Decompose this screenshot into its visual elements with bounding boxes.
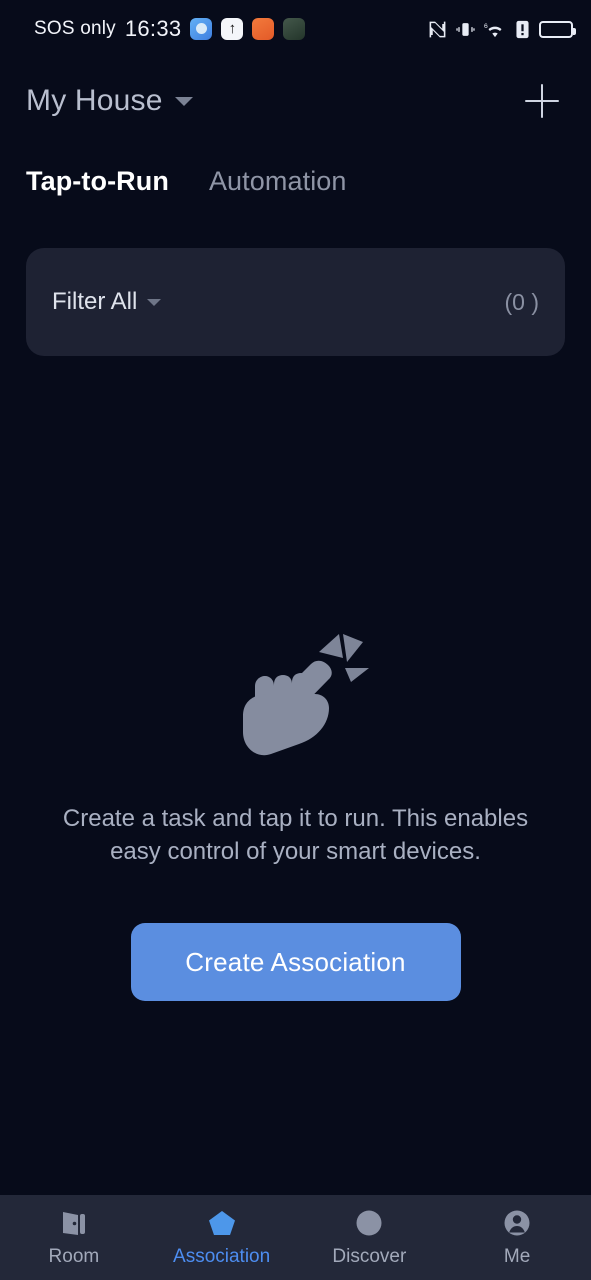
chevron-down-icon: [147, 298, 162, 306]
orange-app-icon: [252, 18, 275, 40]
nav-label-discover: Discover: [332, 1246, 407, 1267]
add-button[interactable]: [519, 78, 565, 124]
bottom-navigation: Room Association Discover Me: [0, 1195, 591, 1280]
green-app-icon: [283, 18, 306, 40]
home-selector[interactable]: My House: [26, 84, 193, 118]
status-bar: SOS only 16:33 6: [0, 0, 591, 58]
tab-bar: Tap-to-Run Automation: [26, 166, 347, 197]
upload-app-icon: [221, 18, 244, 40]
nav-label-room: Room: [48, 1246, 100, 1267]
status-bar-right: 6: [428, 20, 576, 39]
empty-state: Create a task and tap it to run. This en…: [0, 620, 591, 1002]
app-header: My House: [0, 70, 591, 132]
create-association-button[interactable]: Create Association: [130, 923, 461, 1002]
weather-app-icon: [190, 18, 213, 40]
nav-item-discover[interactable]: Discover: [296, 1207, 444, 1268]
nfc-icon: [429, 21, 446, 37]
tab-automation[interactable]: Automation: [209, 166, 347, 197]
svg-text:6: 6: [484, 22, 488, 29]
filter-label: Filter All: [52, 288, 138, 315]
chevron-down-icon: [174, 96, 193, 106]
person-icon: [502, 1207, 532, 1239]
sim-alert-icon: [516, 20, 529, 38]
tab-tap-to-run[interactable]: Tap-to-Run: [26, 166, 169, 197]
wifi-6-icon: 6: [484, 22, 502, 37]
compass-icon: [354, 1207, 384, 1239]
app-screen: SOS only 16:33 6: [0, 0, 591, 1280]
filter-dropdown[interactable]: Filter All: [52, 288, 162, 316]
home-name-label: My House: [26, 84, 163, 117]
nav-label-me: Me: [503, 1246, 531, 1267]
status-bar-left: SOS only 16:33: [34, 16, 306, 42]
nav-item-me[interactable]: Me: [443, 1207, 591, 1268]
filter-count: (0 ): [504, 288, 540, 315]
tap-hand-icon: [211, 620, 381, 770]
battery-icon: [539, 20, 576, 38]
nav-label-association: Association: [173, 1246, 271, 1267]
vibrate-icon: [456, 22, 475, 36]
clock-label: 16:33: [124, 16, 182, 41]
empty-state-message: Create a task and tap it to run. This en…: [62, 805, 529, 866]
pentagon-icon: [207, 1207, 237, 1239]
filter-bar[interactable]: Filter All (0 ): [26, 248, 565, 356]
nav-item-association[interactable]: Association: [148, 1207, 296, 1268]
door-icon: [59, 1207, 89, 1239]
carrier-label: SOS only: [34, 18, 116, 39]
nav-item-room[interactable]: Room: [0, 1207, 148, 1268]
